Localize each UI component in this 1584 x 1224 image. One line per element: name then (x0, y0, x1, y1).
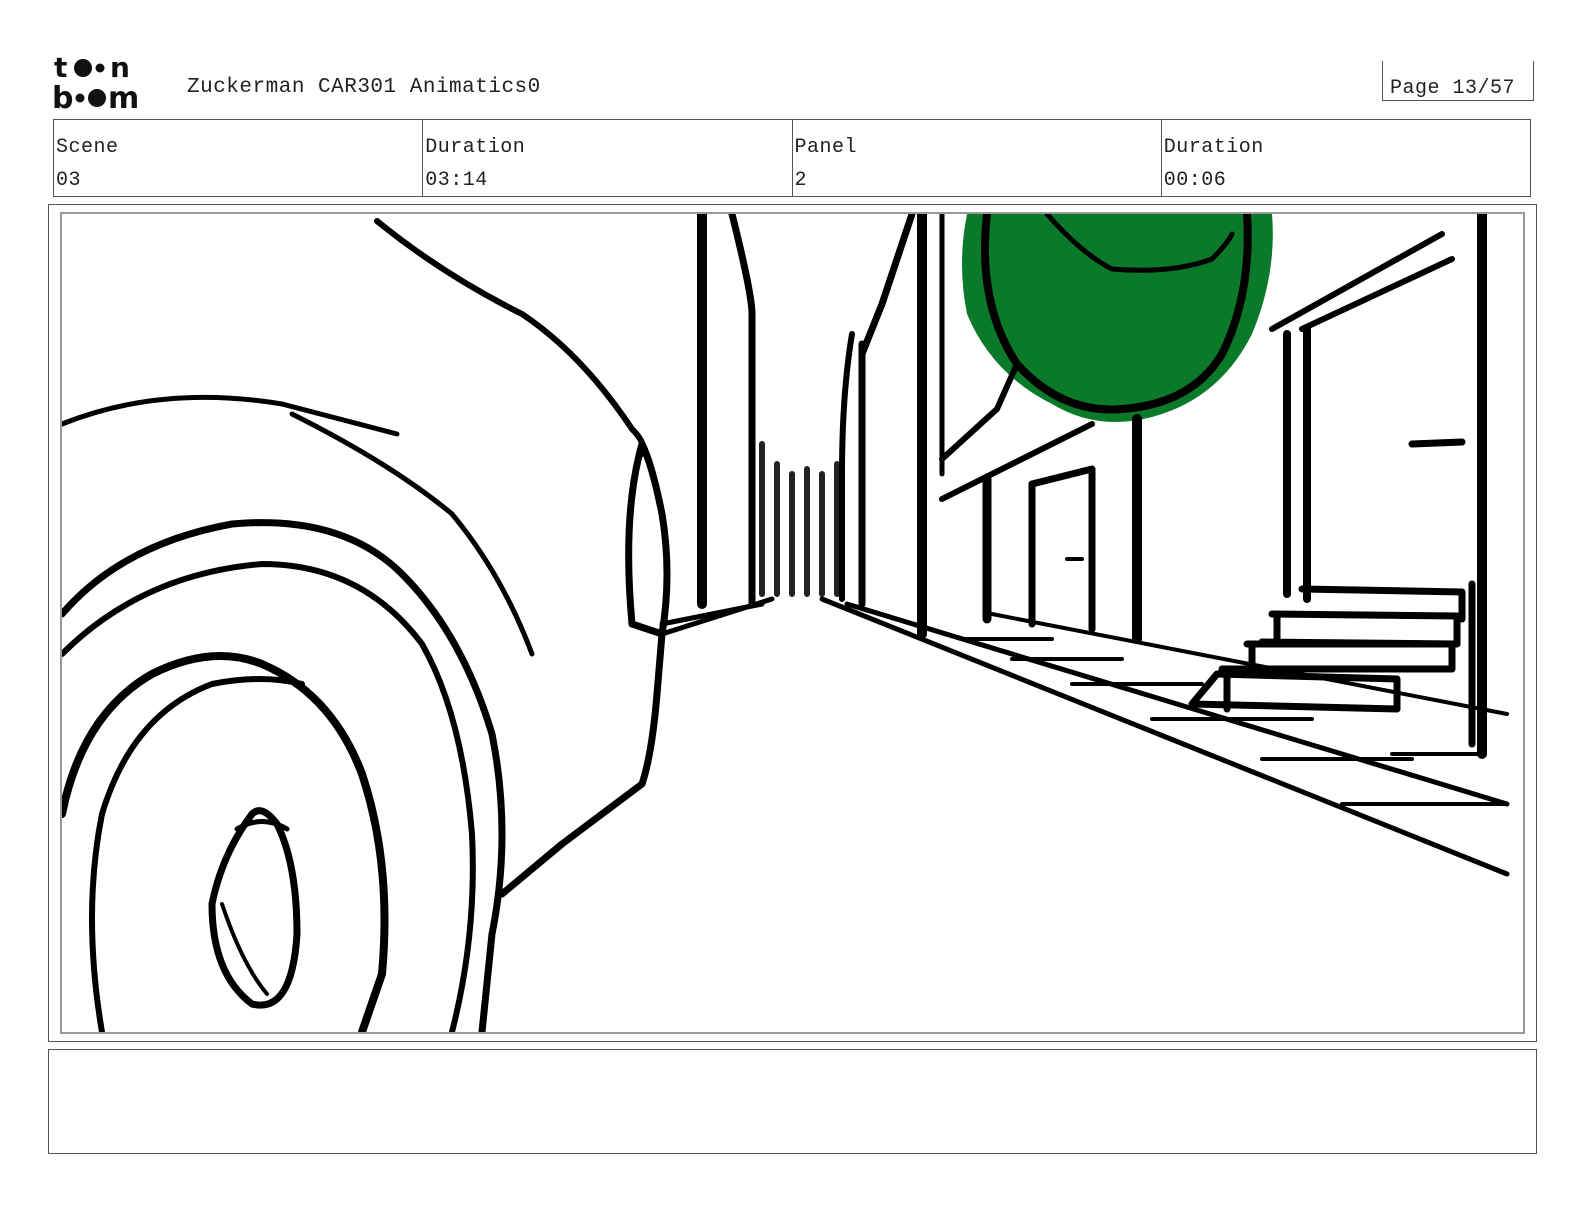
panel-duration-label: Duration (1163, 136, 1264, 159)
scene-duration-value: 03:14 (425, 169, 488, 192)
scene-duration-label: Duration (425, 136, 526, 159)
page-label: Page 13/57 (1390, 77, 1516, 100)
svg-text:m: m (108, 81, 139, 110)
scene-value: 03 (56, 169, 82, 192)
stairs (1188, 585, 1466, 713)
scene-info-table: Scene 03 Duration 03:14 Panel 2 Duration… (53, 119, 1531, 197)
caption-box (48, 1049, 1537, 1154)
storyboard-image (60, 212, 1525, 1034)
door (1028, 465, 1096, 633)
panel-value: 2 (794, 169, 808, 192)
car-roof (62, 394, 400, 437)
toon-boom-logo: t n b m (52, 52, 139, 110)
scene-label: Scene (56, 136, 119, 159)
panel-duration-cell: Duration 00:06 (1162, 120, 1530, 196)
panel-label: Panel (794, 136, 858, 159)
panel-duration-value: 00:06 (1163, 169, 1227, 192)
scene-duration-cell: Duration 03:14 (423, 120, 793, 196)
storyboard-sketch (62, 214, 1510, 1032)
svg-text:n: n (110, 52, 130, 84)
panel-cell: Panel 2 (793, 120, 1162, 196)
street-left-edge (659, 596, 775, 637)
scene-cell: Scene 03 (54, 120, 424, 196)
wheel-arch-outer (62, 519, 506, 1032)
svg-text:b: b (52, 81, 73, 110)
storyboard-panel-frame (48, 204, 1537, 1042)
page-indicator: Page 13/57 (1382, 61, 1534, 101)
wheel-tire (62, 652, 389, 1032)
car-fender (625, 440, 671, 638)
project-title: Zuckerman CAR301 Animatics0 (187, 76, 541, 99)
svg-text:t: t (54, 52, 67, 84)
